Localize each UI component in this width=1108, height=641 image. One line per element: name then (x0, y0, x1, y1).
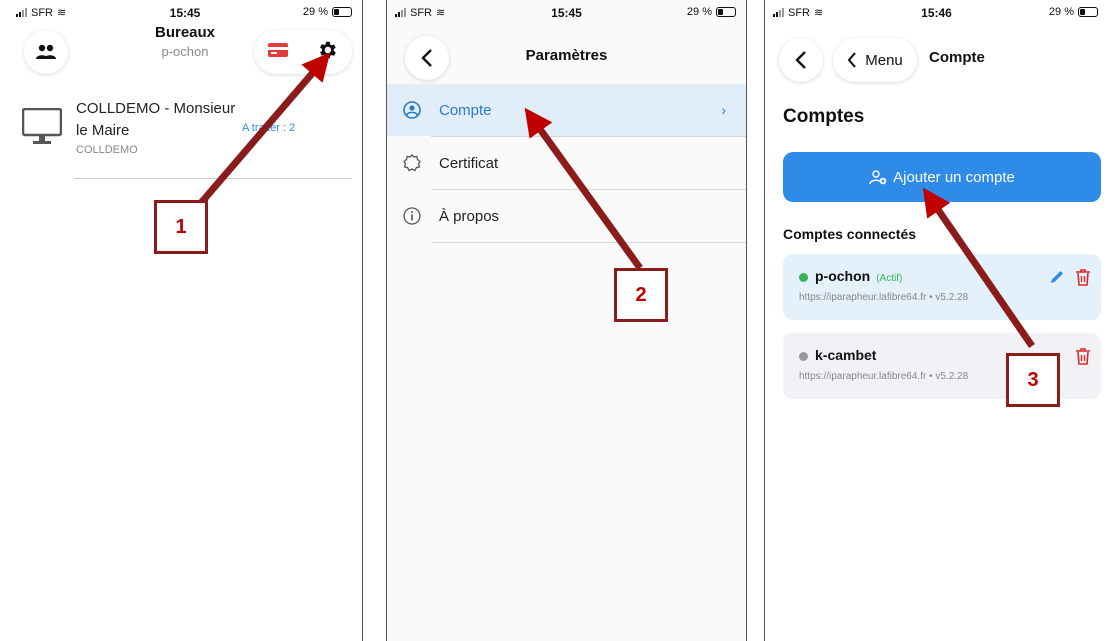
desk-name: COLLDEMO - Monsieur le Maire (76, 100, 236, 139)
divider (431, 242, 746, 243)
add-account-label: Ajouter un compte (893, 168, 1015, 186)
battery-label: 29 % (686, 6, 712, 18)
account-name: p-ochon (815, 268, 871, 284)
user-circle-icon (403, 101, 421, 119)
step-callout-3: 3 (1006, 353, 1060, 407)
battery-label: 29 % (1048, 6, 1074, 18)
back-menu-label: Menu (865, 51, 903, 69)
account-status-tag: (Actif) (876, 273, 903, 284)
add-account-button[interactable]: Ajouter un compte (783, 152, 1101, 202)
active-status-dot (799, 273, 808, 282)
status-bar: SFR ≋ 15:46 29 % (765, 6, 1108, 22)
chevron-left-icon (795, 51, 806, 69)
menu-item-compte[interactable]: Compte › (387, 84, 746, 136)
battery-label: 29 % (302, 6, 328, 18)
desk-todo-badge: A traiter : 2 (242, 122, 296, 134)
page-title: Paramètres (525, 47, 608, 64)
account-url: https://iparapheur.lafibre64.fr • v5.2.2… (799, 292, 969, 303)
divider (74, 178, 352, 179)
menu-item-apropos[interactable]: À propos (387, 190, 746, 242)
battery-icon (716, 7, 736, 17)
screen-compte: SFR ≋ 15:46 29 % Menu Compte Comptes Ajo… (764, 0, 1108, 641)
step-callout-2: 2 (614, 268, 668, 322)
card-button[interactable] (268, 42, 288, 62)
inactive-status-dot (799, 352, 808, 361)
battery-icon (1078, 7, 1098, 17)
chevron-left-icon (847, 52, 856, 68)
certificate-icon (403, 154, 421, 172)
desk-list-item[interactable]: COLLDEMO - Monsieur le Maire A traiter :… (18, 98, 352, 178)
status-bar: SFR ≋ 15:45 29 % (387, 6, 746, 22)
edit-pencil-icon[interactable] (1049, 269, 1065, 285)
back-to-menu-button[interactable]: Menu (833, 38, 917, 82)
screen-parametres: SFR ≋ 15:45 29 % Paramètres Compte › Cer… (386, 0, 747, 641)
card-icon (268, 42, 288, 57)
gear-icon (320, 41, 336, 58)
menu-item-label: Compte (439, 101, 492, 119)
toolbar-pill (254, 30, 352, 74)
step-callout-1: 1 (154, 200, 208, 254)
trash-icon[interactable] (1075, 268, 1091, 286)
page-title: Compte (929, 49, 985, 66)
connected-accounts-label: Comptes connectés (783, 226, 917, 242)
add-user-icon (869, 170, 887, 185)
back-button[interactable] (779, 38, 823, 82)
chevron-right-icon: › (721, 102, 726, 118)
section-title: Comptes (783, 106, 865, 127)
account-name: k-cambet (815, 347, 877, 363)
menu-item-certificat[interactable]: Certificat (387, 137, 746, 189)
account-url: https://iparapheur.lafibre64.fr • v5.2.2… (799, 371, 969, 382)
settings-button[interactable] (316, 39, 338, 66)
battery-icon (332, 7, 352, 17)
menu-item-label: À propos (439, 207, 500, 225)
info-icon (403, 207, 421, 225)
trash-icon[interactable] (1075, 347, 1091, 365)
account-card-p-ochon[interactable]: p-ochon (Actif) https://iparapheur.lafibr… (783, 254, 1101, 320)
screen-bureaux: SFR ≋ 15:45 29 % Bureaux p-ochon COLLDEM… (8, 0, 363, 641)
desk-code: COLLDEMO (76, 144, 138, 156)
status-bar: SFR ≋ 15:45 29 % (8, 6, 362, 22)
menu-item-label: Certificat (439, 154, 499, 172)
monitor-icon (22, 108, 62, 144)
